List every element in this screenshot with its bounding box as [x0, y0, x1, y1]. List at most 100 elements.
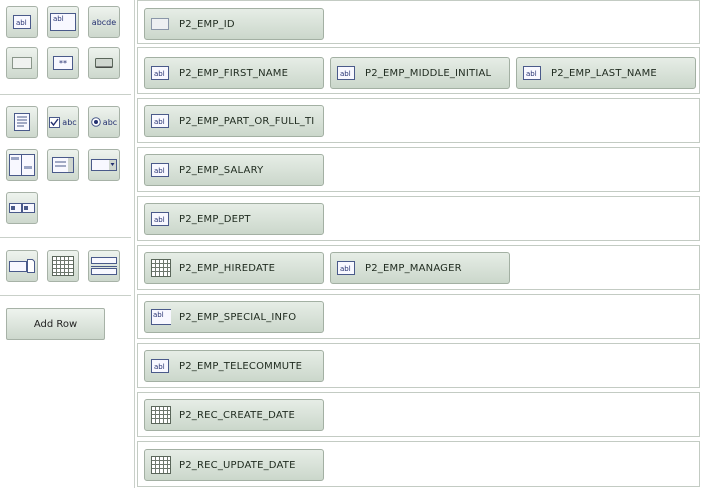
field-p2-emp-hiredate[interactable]: P2_EMP_HIREDATE	[144, 252, 324, 284]
form-row: abl P2_EMP_TELECOMMUTE	[137, 343, 700, 388]
field-label: P2_REC_UPDATE_DATE	[179, 459, 296, 471]
field-p2-emp-manager[interactable]: abl P2_EMP_MANAGER	[330, 252, 510, 284]
svg-text:abl: abl	[154, 216, 165, 224]
radio-button-tool-text: abc	[102, 117, 118, 127]
field-p2-emp-dept[interactable]: abl P2_EMP_DEPT	[144, 203, 324, 235]
checkbox-icon	[49, 116, 61, 128]
label-text-tool-button[interactable]: abcde	[88, 6, 120, 38]
field-label: P2_EMP_DEPT	[179, 213, 251, 225]
date-picker-tool-button[interactable]	[47, 250, 79, 282]
field-label: P2_REC_CREATE_DATE	[179, 409, 295, 421]
list-box-tool-button[interactable]	[47, 149, 79, 181]
text-area-tool-button[interactable]: abl	[47, 6, 79, 38]
radio-icon	[90, 117, 101, 127]
field-label: P2_EMP_MANAGER	[365, 262, 462, 274]
add-row-button[interactable]: Add Row	[6, 308, 105, 340]
field-label: P2_EMP_MIDDLE_INITIAL	[365, 67, 492, 79]
field-p2-emp-salary[interactable]: abl P2_EMP_SALARY	[144, 154, 324, 186]
password-field-tool-button[interactable]: **	[47, 47, 79, 79]
form-row: P2_EMP_HIREDATE abl P2_EMP_MANAGER	[137, 245, 700, 290]
text-field-icon: abl	[337, 261, 357, 275]
field-p2-emp-part-or-full-time[interactable]: abl P2_EMP_PART_OR_FULL_TI	[144, 105, 324, 137]
field-label: P2_EMP_LAST_NAME	[551, 67, 657, 79]
checkbox-tool-icon: abc	[49, 116, 77, 128]
form-row: abl P2_EMP_SPECIAL_INFO	[137, 294, 700, 339]
horizontal-rule-tool-button[interactable]	[88, 250, 120, 282]
popup-list-tool-icon	[9, 203, 35, 213]
field-label: P2_EMP_SPECIAL_INFO	[179, 311, 297, 323]
password-field-tool-text: **	[59, 58, 67, 68]
document-tool-button[interactable]	[6, 106, 38, 138]
date-picker-icon	[151, 406, 171, 424]
palette-divider-vertical	[134, 0, 135, 488]
form-row: abl P2_EMP_FIRST_NAME abl P2_EMP_MIDDLE_…	[137, 47, 700, 94]
field-label: P2_EMP_HIREDATE	[179, 262, 276, 274]
field-label: P2_EMP_PART_OR_FULL_TI	[179, 115, 315, 127]
field-p2-rec-create-date[interactable]: P2_REC_CREATE_DATE	[144, 399, 324, 431]
shuttle-list-tool-icon	[9, 154, 35, 176]
text-area-tool-icon: abl	[50, 13, 76, 31]
field-p2-emp-telecommute[interactable]: abl P2_EMP_TELECOMMUTE	[144, 350, 324, 382]
radio-button-tool-icon: abc	[90, 117, 118, 127]
checkbox-tool-text: abc	[62, 117, 77, 127]
select-list-tool-button[interactable]	[88, 149, 120, 181]
label-text-tool-icon: abcde	[91, 17, 117, 27]
text-field-icon: abl	[151, 163, 171, 177]
form-row: P2_REC_CREATE_DATE	[137, 392, 700, 437]
form-row: P2_REC_UPDATE_DATE	[137, 441, 700, 487]
date-picker-tool-icon	[52, 256, 74, 276]
field-p2-emp-id[interactable]: P2_EMP_ID	[144, 8, 324, 40]
horizontal-rule-tool-icon	[91, 257, 117, 275]
svg-text:abl: abl	[153, 311, 164, 319]
field-p2-emp-last-name[interactable]: abl P2_EMP_LAST_NAME	[516, 57, 696, 89]
empty-input-icon	[151, 17, 171, 31]
radio-button-tool-button[interactable]: abc	[88, 106, 120, 138]
svg-text:abl: abl	[154, 70, 165, 78]
svg-text:abl: abl	[53, 15, 64, 23]
field-label: P2_EMP_TELECOMMUTE	[179, 360, 303, 372]
checkbox-tool-button[interactable]: abc	[47, 106, 79, 138]
field-p2-emp-middle-initial[interactable]: abl P2_EMP_MIDDLE_INITIAL	[330, 57, 510, 89]
text-field-icon: abl	[151, 212, 171, 226]
date-picker-icon	[151, 259, 171, 277]
text-field-icon: abl	[523, 66, 543, 80]
file-browse-tool-button[interactable]	[6, 250, 38, 282]
field-label: P2_EMP_SALARY	[179, 164, 264, 176]
text-area-icon: abl	[151, 309, 171, 325]
svg-text:abl: abl	[16, 19, 27, 27]
form-row: abl P2_EMP_PART_OR_FULL_TI	[137, 98, 700, 143]
palette-divider	[0, 237, 131, 238]
text-field-icon: abl	[337, 66, 357, 80]
text-field-icon: abl	[151, 114, 171, 128]
password-field-tool-icon: **	[53, 56, 73, 70]
plain-input-tool-button[interactable]	[6, 47, 38, 79]
plain-input-tool-icon	[12, 57, 32, 69]
svg-text:abl: abl	[340, 70, 351, 78]
svg-text:abl: abl	[340, 265, 351, 273]
palette-divider	[0, 295, 131, 296]
palette-divider	[0, 94, 131, 95]
text-field-icon: abl	[151, 359, 171, 373]
shuttle-list-tool-button[interactable]	[6, 149, 38, 181]
list-box-tool-icon	[52, 157, 74, 173]
popup-list-tool-button[interactable]	[6, 192, 38, 224]
file-browse-tool-icon	[9, 259, 35, 273]
text-field-tool-button[interactable]: abl	[6, 6, 38, 38]
button-tool-button[interactable]	[88, 47, 120, 79]
field-label: P2_EMP_FIRST_NAME	[179, 67, 289, 79]
date-picker-icon	[151, 456, 171, 474]
select-list-tool-icon	[91, 159, 117, 171]
field-label: P2_EMP_ID	[179, 18, 235, 30]
svg-text:abl: abl	[154, 363, 165, 371]
field-p2-emp-special-info[interactable]: abl P2_EMP_SPECIAL_INFO	[144, 301, 324, 333]
form-row: abl P2_EMP_DEPT	[137, 196, 700, 241]
svg-text:abl: abl	[526, 70, 537, 78]
form-row: abl P2_EMP_SALARY	[137, 147, 700, 192]
document-tool-icon	[14, 113, 30, 131]
field-p2-rec-update-date[interactable]: P2_REC_UPDATE_DATE	[144, 449, 324, 481]
text-field-icon: abl	[151, 66, 171, 80]
text-field-tool-icon: abl	[13, 15, 31, 29]
item-palette: abl abl abcde ** abc abc Add Row	[0, 0, 131, 488]
field-p2-emp-first-name[interactable]: abl P2_EMP_FIRST_NAME	[144, 57, 324, 89]
svg-text:abl: abl	[154, 118, 165, 126]
